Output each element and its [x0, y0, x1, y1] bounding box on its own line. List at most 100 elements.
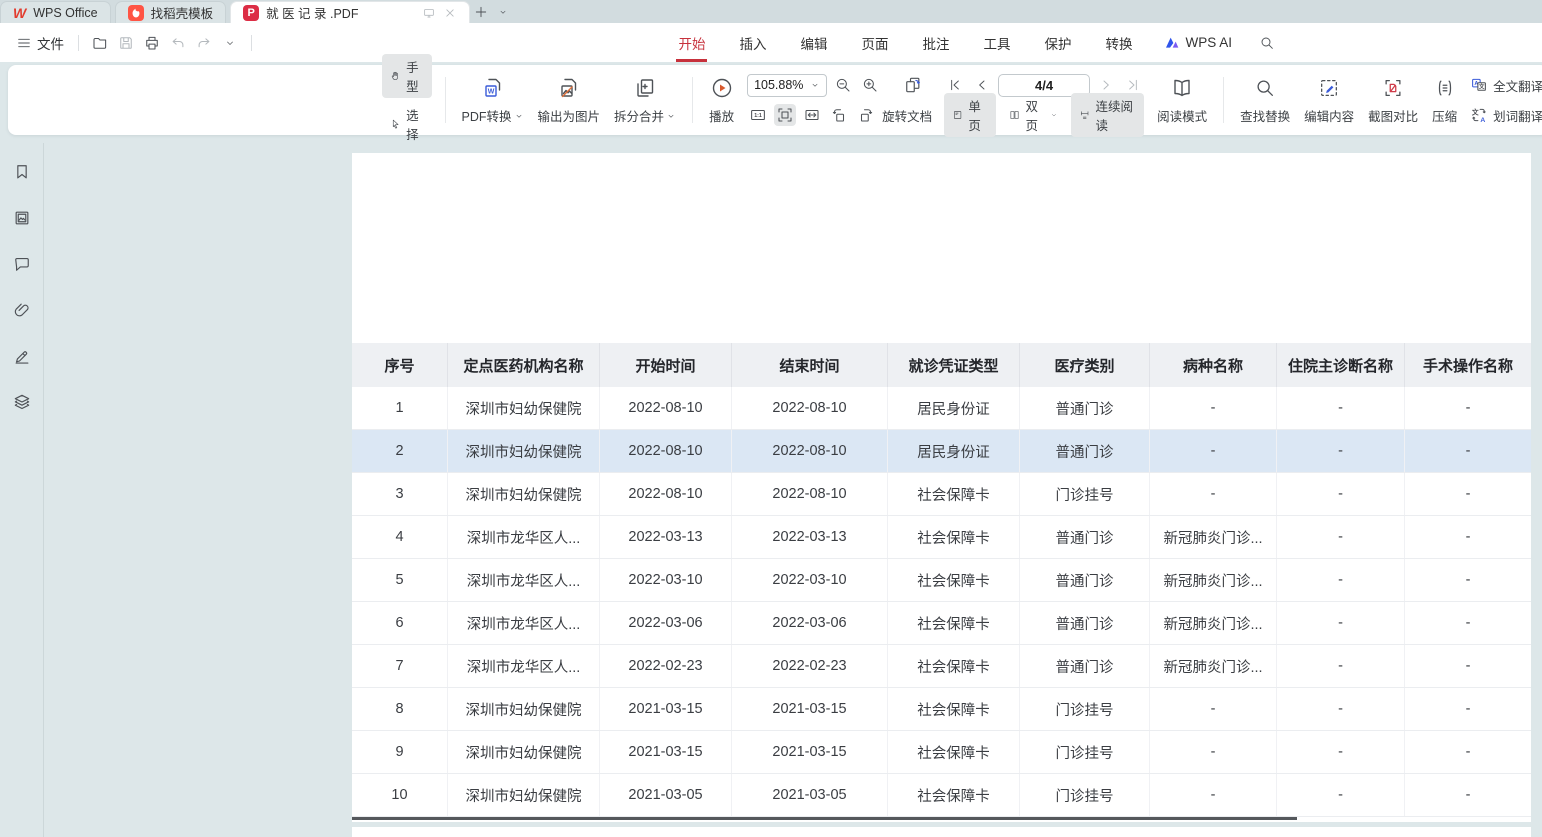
table-cell: - — [1150, 774, 1277, 816]
file-menu-button[interactable]: 文件 — [10, 29, 70, 57]
table-cell: 2022-02-23 — [732, 645, 888, 687]
column-header: 开始时间 — [600, 343, 732, 387]
wps-ai-icon — [1164, 35, 1180, 51]
fit-page-button[interactable] — [774, 104, 796, 126]
pdf-page: 序号定点医药机构名称开始时间结束时间就诊凭证类型医疗类别病种名称住院主诊断名称手… — [352, 153, 1531, 822]
hand-tool-button[interactable]: 手型 — [382, 54, 432, 98]
screenshot-compare-icon — [1382, 77, 1404, 99]
bookmark-panel-button[interactable] — [9, 159, 35, 185]
pdf-file-icon: P — [243, 5, 259, 21]
split-merge-button[interactable]: 拆分合并 — [607, 75, 683, 126]
screenshot-compare-button[interactable]: 截图对比 — [1361, 75, 1425, 126]
menu-search-button[interactable] — [1254, 30, 1280, 56]
continuous-reading-button[interactable]: 连续阅读 — [1071, 93, 1144, 137]
wps-ai-button[interactable]: WPS AI — [1164, 35, 1232, 51]
first-page-icon — [947, 77, 963, 93]
menu-tab-insert[interactable]: 插入 — [737, 24, 768, 62]
divider — [692, 77, 693, 123]
rotate-document-label[interactable]: 旋转文档 — [882, 105, 932, 125]
rotate-right-button[interactable] — [855, 104, 877, 126]
zoom-in-button[interactable] — [859, 74, 881, 96]
close-icon[interactable] — [443, 6, 457, 20]
new-tab-button[interactable] — [470, 1, 492, 23]
divider — [251, 35, 252, 51]
fit-width-button[interactable] — [801, 104, 823, 126]
table-row: 2深圳市妇幼保健院2022-08-102022-08-10居民身份证普通门诊--… — [352, 430, 1531, 473]
rotate-left-button[interactable] — [828, 104, 850, 126]
column-header: 病种名称 — [1150, 343, 1277, 387]
reading-mode-button[interactable]: 阅读模式 — [1150, 75, 1214, 126]
layers-panel-button[interactable] — [9, 389, 35, 415]
table-cell: - — [1405, 387, 1531, 429]
table-cell: 2021-03-05 — [600, 774, 732, 816]
signature-icon — [12, 346, 32, 366]
screenshot-compare-label: 截图对比 — [1368, 106, 1418, 125]
word-translation-button[interactable]: 划词翻译 — [1470, 103, 1542, 127]
select-tool-button[interactable]: 选择 — [382, 102, 432, 146]
table-cell: 1 — [352, 387, 448, 429]
menu-tab-home[interactable]: 开始 — [676, 24, 707, 62]
document-title: 就 医 记 录 .PDF — [266, 3, 415, 22]
menu-tab-protect[interactable]: 保护 — [1042, 24, 1073, 62]
zoom-out-button[interactable] — [832, 74, 854, 96]
continuous-reading-icon — [1079, 108, 1090, 122]
full-translation-button[interactable]: 全文翻译 — [1470, 73, 1542, 97]
thumbnail-panel-button[interactable] — [9, 205, 35, 231]
undo-history-chevron[interactable] — [217, 30, 243, 56]
table-cell: - — [1405, 645, 1531, 687]
table-cell: 4 — [352, 516, 448, 558]
signature-panel-button[interactable] — [9, 343, 35, 369]
table-cell: 2022-08-10 — [732, 430, 888, 472]
tab-list-chevron[interactable] — [492, 1, 514, 23]
table-cell: - — [1277, 645, 1405, 687]
compress-button[interactable]: 压缩 — [1425, 75, 1464, 126]
table-cell: 普通门诊 — [1020, 387, 1150, 429]
split-merge-label: 拆分合并 — [614, 106, 664, 125]
previous-page-icon — [974, 77, 990, 93]
export-image-button[interactable]: 输出为图片 — [531, 75, 608, 126]
zoom-level-dropdown[interactable]: 105.88% — [747, 74, 827, 97]
hamburger-icon — [16, 35, 32, 51]
table-cell: 2022-08-10 — [600, 387, 732, 429]
open-file-button[interactable] — [87, 30, 113, 56]
table-body: 1深圳市妇幼保健院2022-08-102022-08-10居民身份证普通门诊--… — [352, 387, 1531, 817]
table-cell: 社会保障卡 — [888, 516, 1020, 558]
redo-button[interactable] — [191, 30, 217, 56]
tab-document-pdf[interactable]: P 就 医 记 录 .PDF — [230, 1, 470, 23]
menu-tab-annotate[interactable]: 批注 — [920, 24, 951, 62]
table-cell: 6 — [352, 602, 448, 644]
play-button[interactable]: 播放 — [702, 75, 741, 126]
undo-button[interactable] — [165, 30, 191, 56]
menu-tabs: 开始 插入 编辑 页面 批注 工具 保护 转换 — [676, 24, 1134, 62]
attachment-panel-button[interactable] — [9, 297, 35, 323]
divider — [445, 77, 446, 123]
cursor-icon — [390, 116, 401, 132]
table-cell: - — [1405, 430, 1531, 472]
print-button[interactable] — [139, 30, 165, 56]
edit-content-button[interactable]: 编辑内容 — [1297, 75, 1361, 126]
tab-docer-templates[interactable]: 找稻壳模板 — [115, 1, 227, 23]
layers-icon — [12, 392, 32, 412]
table-cell: 新冠肺炎门诊... — [1150, 645, 1277, 687]
actual-size-button[interactable] — [747, 104, 769, 126]
pdf-convert-button[interactable]: PDF转换 — [455, 75, 531, 126]
find-replace-label: 查找替换 — [1240, 106, 1290, 125]
menu-tab-tools[interactable]: 工具 — [981, 24, 1012, 62]
menu-tab-page[interactable]: 页面 — [859, 24, 890, 62]
monitor-icon[interactable] — [422, 6, 436, 20]
rotate-document-button[interactable] — [902, 74, 924, 96]
page-nav-cluster: 单页 双页 连续阅读 — [938, 73, 1150, 127]
single-page-button[interactable]: 单页 — [944, 93, 996, 137]
comment-panel-button[interactable] — [9, 251, 35, 277]
table-cell: - — [1150, 473, 1277, 515]
double-page-button[interactable]: 双页 — [1001, 93, 1066, 137]
next-page-edge — [352, 827, 1531, 837]
find-replace-button[interactable]: 查找替换 — [1233, 75, 1297, 126]
table-row: 10深圳市妇幼保健院2021-03-052021-03-05社会保障卡门诊挂号-… — [352, 774, 1531, 817]
table-bottom-border — [352, 817, 1297, 820]
reading-mode-label: 阅读模式 — [1157, 106, 1207, 125]
tab-wps-office[interactable]: W WPS Office — [0, 1, 111, 23]
save-button[interactable] — [113, 30, 139, 56]
menu-tab-edit[interactable]: 编辑 — [798, 24, 829, 62]
menu-tab-convert[interactable]: 转换 — [1103, 24, 1134, 62]
